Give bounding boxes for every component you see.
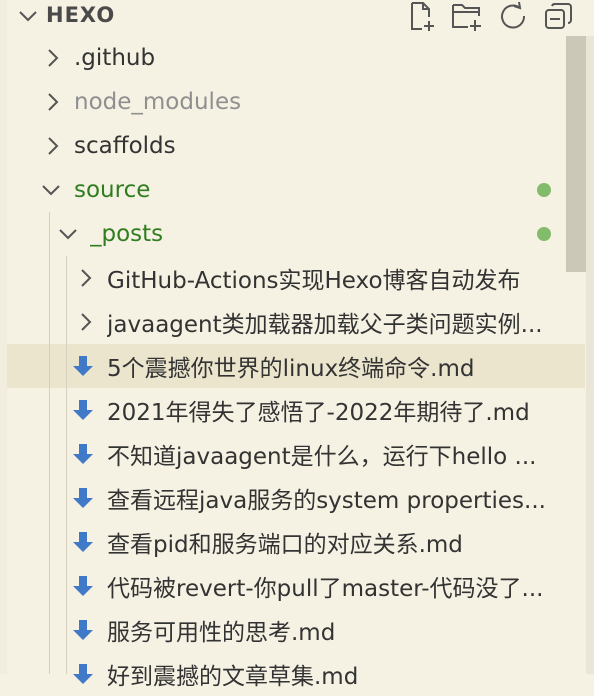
tree-item-label: javaagent类加载器加载父子类问题实例... [107, 312, 543, 338]
tree-folder-posts[interactable]: _posts [7, 212, 585, 256]
tree-folder-javaagent[interactable]: javaagent类加载器加载父子类问题实例... [7, 300, 585, 344]
tree-item-label: 好到震撼的文章草集.md [107, 664, 359, 690]
tree-item-label: 查看pid和服务端口的对应关系.md [107, 532, 463, 558]
explorer-actions [404, 0, 576, 32]
chevron-right-icon [81, 269, 92, 287]
chevron-down-icon [59, 229, 77, 240]
tree-item-label: 不知道javaagent是什么，运行下hello ... [107, 444, 537, 470]
download-arrow-icon [73, 444, 93, 464]
left-gutter [0, 0, 7, 674]
scrollbar-track[interactable] [586, 36, 594, 674]
tree-folder-scaffolds[interactable]: scaffolds [7, 124, 585, 168]
tree-file[interactable]: 查看pid和服务端口的对应关系.md [7, 520, 585, 564]
tree-item-label: 代码被revert-你pull了master-代码没了... [107, 576, 544, 602]
indent-guide [49, 212, 50, 674]
tree-folder-github-actions[interactable]: GitHub-Actions实现Hexo博客自动发布 [7, 256, 585, 300]
refresh-icon[interactable] [496, 0, 530, 32]
tree-file-selected[interactable]: 5个震撼你世界的linux终端命令.md [7, 344, 585, 388]
tree-file[interactable]: 查看远程java服务的system properties... [7, 476, 585, 520]
tree-item-label: 查看远程java服务的system properties... [107, 488, 546, 514]
tree-item-label: source [74, 177, 151, 203]
chevron-right-icon [48, 49, 59, 67]
modified-dot [537, 183, 551, 197]
indent-guide [66, 256, 67, 674]
chevron-right-icon [48, 93, 59, 111]
tree-file[interactable]: 不知道javaagent是什么，运行下hello ... [7, 432, 585, 476]
download-arrow-icon [73, 532, 93, 552]
tree-item-label: node_modules [74, 89, 242, 115]
download-arrow-icon [73, 620, 93, 640]
tree-item-label: 服务可用性的思考.md [107, 620, 336, 646]
tree-folder-github[interactable]: .github [7, 36, 585, 80]
tree-folder-source[interactable]: source [7, 168, 585, 212]
tree-item-label: _posts [90, 221, 164, 247]
chevron-down-icon[interactable] [18, 7, 38, 25]
download-arrow-icon [73, 400, 93, 420]
tree-file[interactable]: 代码被revert-你pull了master-代码没了... [7, 564, 585, 608]
download-arrow-icon [73, 664, 93, 684]
tree-item-label: 5个震撼你世界的linux终端命令.md [107, 356, 475, 382]
tree-item-label: scaffolds [74, 133, 176, 159]
download-arrow-icon [73, 356, 93, 376]
explorer-section-header[interactable]: HEXO [0, 0, 594, 32]
tree-file[interactable]: 好到震撼的文章草集.md [7, 652, 585, 696]
tree-folder-node-modules[interactable]: node_modules [7, 80, 585, 124]
tree-item-label: .github [74, 45, 156, 71]
chevron-down-icon [42, 185, 60, 196]
chevron-right-icon [48, 137, 59, 155]
collapse-all-icon[interactable] [542, 0, 576, 32]
download-arrow-icon [73, 576, 93, 596]
tree-file[interactable]: 2021年得失了感悟了-2022年期待了.md [7, 388, 585, 432]
modified-dot [537, 227, 551, 241]
new-file-icon[interactable] [404, 0, 438, 32]
download-arrow-icon [73, 488, 93, 508]
file-tree: .github node_modules scaffolds source _p… [7, 36, 585, 696]
tree-item-label: GitHub-Actions实现Hexo博客自动发布 [107, 268, 521, 294]
tree-file[interactable]: 服务可用性的思考.md [7, 608, 585, 652]
workspace-title: HEXO [46, 3, 116, 27]
new-folder-icon[interactable] [450, 0, 484, 32]
tree-item-label: 2021年得失了感悟了-2022年期待了.md [107, 400, 530, 426]
chevron-right-icon [81, 313, 92, 331]
